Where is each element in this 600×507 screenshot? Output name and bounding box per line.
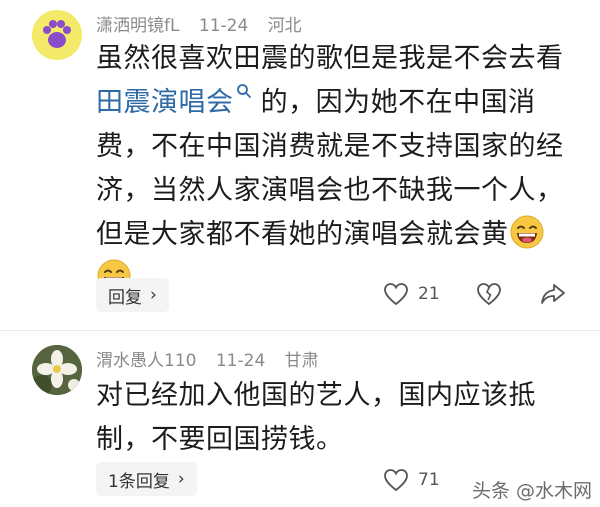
dislike-button[interactable] bbox=[476, 282, 502, 306]
comment-text: 虽然很喜欢田震的歌但是我是不会去看 田震演唱会 的，因为她不在中国消 费，不在中… bbox=[96, 37, 564, 301]
comment-text: 对已经加入他国的艺人，国内应该抵 制，不要回国捞钱。 bbox=[96, 374, 536, 462]
comment-line: 虽然很喜欢田震的歌但是我是不会去看 bbox=[96, 43, 564, 74]
comment-item: 潇洒明镜fL 11-24 河北 虽然很喜欢田震的歌但是我是不会去看 田震演唱会 … bbox=[0, 0, 600, 325]
reply-button[interactable]: 回复 › bbox=[96, 278, 169, 312]
comment-line-text: 但是大家都不看她的演唱会就会黄 bbox=[96, 219, 509, 250]
comment-line: 费，不在中国消费就是不支持国家的经 bbox=[96, 131, 564, 162]
comment-meta: 潇洒明镜fL 11-24 河北 bbox=[96, 11, 316, 36]
comment-location: 甘肃 bbox=[284, 351, 319, 371]
share-button[interactable] bbox=[540, 282, 566, 306]
comment-location: 河北 bbox=[267, 16, 302, 36]
comment-line-rest: 的，因为她不在中国消 bbox=[260, 87, 536, 118]
search-icon[interactable] bbox=[236, 83, 252, 99]
comment-line: 但是大家都不看她的演唱会就会黄 bbox=[96, 213, 564, 257]
reply-label: 回复 bbox=[108, 287, 142, 308]
reply-label: 1条回复 bbox=[108, 471, 170, 492]
flower-avatar-icon bbox=[32, 345, 82, 395]
topic-link[interactable]: 田震演唱会 bbox=[96, 87, 234, 118]
watermark: 头条 @水木网 bbox=[471, 480, 592, 502]
heart-outline-icon bbox=[384, 283, 408, 306]
chevron-right-icon: › bbox=[177, 469, 185, 489]
broken-heart-icon bbox=[477, 283, 501, 306]
comment-date: 11-24 bbox=[198, 16, 249, 36]
chevron-right-icon: › bbox=[150, 285, 157, 305]
like-count: 21 bbox=[418, 284, 440, 304]
comment-line: 田震演唱会 的，因为她不在中国消 bbox=[96, 81, 564, 125]
like-button[interactable]: 21 bbox=[383, 282, 440, 306]
paw-avatar-icon bbox=[32, 10, 82, 60]
comment-date: 11-24 bbox=[215, 351, 266, 371]
share-arrow-icon bbox=[541, 284, 565, 304]
comment-line: 制，不要回国捞钱。 bbox=[96, 424, 344, 455]
like-count: 71 bbox=[418, 470, 440, 490]
comment-line: 济，当然人家演唱会也不缺我一个人， bbox=[96, 175, 564, 206]
avatar[interactable] bbox=[32, 345, 82, 395]
comment-line: 对已经加入他国的艺人，国内应该抵 bbox=[96, 380, 536, 411]
username[interactable]: 潇洒明镜fL bbox=[96, 16, 179, 36]
grinning-emoji-icon bbox=[510, 215, 543, 249]
heart-outline-icon bbox=[384, 469, 408, 492]
avatar[interactable] bbox=[32, 10, 82, 60]
reply-button[interactable]: 1条回复 › bbox=[96, 462, 197, 496]
comment-meta: 渭水愚人110 11-24 甘肃 bbox=[96, 346, 333, 371]
username[interactable]: 渭水愚人110 bbox=[96, 351, 196, 371]
like-button[interactable]: 71 bbox=[383, 468, 440, 492]
